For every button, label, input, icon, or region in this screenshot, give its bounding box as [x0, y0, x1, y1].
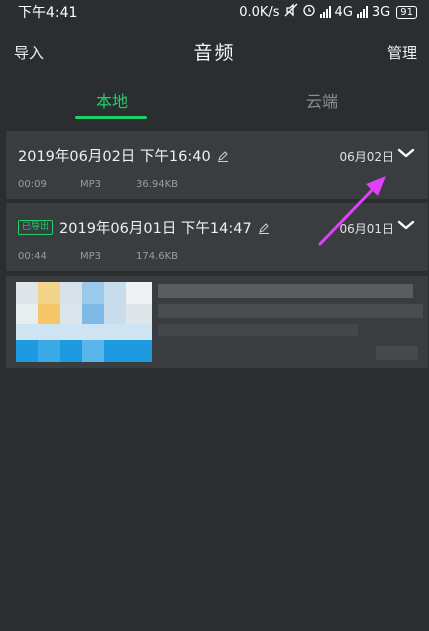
- tab-local[interactable]: 本地: [96, 88, 128, 112]
- blurred-ad-item[interactable]: [6, 276, 428, 368]
- status-time: 下午4:41: [18, 5, 78, 21]
- recording-title: 2019年06月01日 下午14:47: [59, 221, 252, 237]
- active-tab-indicator: [75, 116, 147, 119]
- blurred-text: [158, 324, 358, 336]
- network-type-1: 4G: [334, 4, 353, 20]
- blurred-text: [158, 304, 423, 318]
- chevron-down-icon[interactable]: [396, 145, 416, 159]
- app-header: 导入 音频 管理: [0, 28, 429, 74]
- tab-bar: 本地 云端: [0, 80, 429, 120]
- network-type-2: 3G: [371, 4, 391, 20]
- recording-duration: 00:44: [18, 251, 47, 262]
- signal-icon: [319, 6, 331, 18]
- recording-item[interactable]: 已导出 2019年06月01日 下午14:47 06月01日 00:44 MP3…: [6, 203, 428, 271]
- blurred-thumbnail: [16, 282, 152, 362]
- alarm-icon: [302, 3, 316, 21]
- status-bar: 下午4:41 0.0K/s 4G 3G 91: [0, 0, 429, 24]
- recording-date: 06月01日: [339, 222, 394, 236]
- blurred-text: [376, 346, 418, 360]
- recording-title: 2019年06月02日 下午16:40: [18, 149, 211, 165]
- manage-button[interactable]: 管理: [387, 42, 417, 63]
- battery-icon: 91: [396, 5, 417, 19]
- edit-icon[interactable]: [258, 222, 270, 234]
- signal-icon-2: [356, 6, 368, 18]
- chevron-down-icon[interactable]: [396, 217, 416, 231]
- blurred-text: [158, 284, 413, 298]
- mute-icon: [284, 3, 298, 21]
- exported-badge: 已导出: [18, 220, 54, 235]
- edit-icon[interactable]: [217, 150, 229, 162]
- recording-date: 06月02日: [339, 150, 394, 164]
- page-title: 音频: [193, 42, 236, 64]
- tab-cloud[interactable]: 云端: [306, 88, 338, 112]
- status-icons: 0.0K/s 4G 3G 91: [239, 3, 417, 21]
- recording-format: MP3: [80, 251, 102, 262]
- recording-item[interactable]: 2019年06月02日 下午16:40 06月02日 00:09 MP3 36.…: [6, 131, 428, 199]
- network-speed: 0.0K/s: [239, 4, 280, 20]
- recording-size: 36.94KB: [136, 179, 179, 190]
- recording-size: 174.6KB: [136, 251, 179, 262]
- recording-duration: 00:09: [18, 179, 47, 190]
- recording-format: MP3: [80, 179, 102, 190]
